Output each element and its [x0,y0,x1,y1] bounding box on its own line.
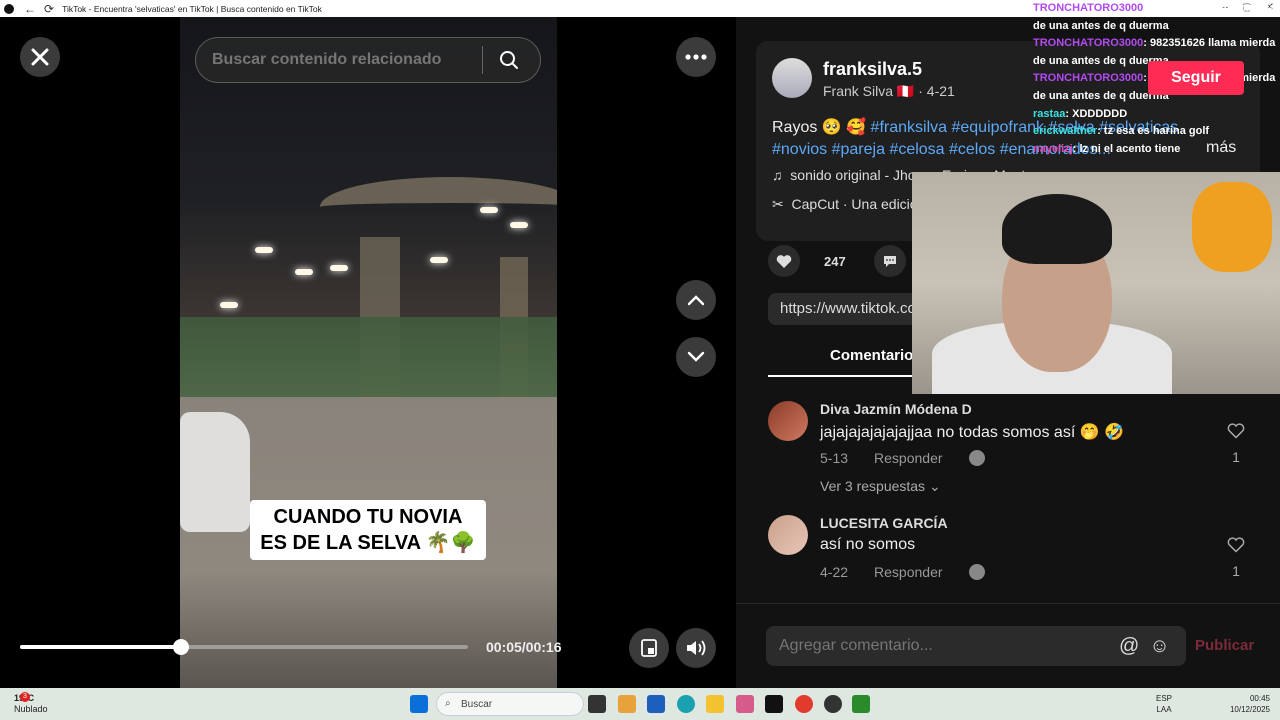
creator-liked-avatar [968,564,985,580]
related-search[interactable] [195,37,541,83]
giraffe-toy-image [1192,182,1272,272]
edge-icon[interactable] [677,695,695,713]
comment-like-count: 1 [1232,449,1240,465]
emoji-icon[interactable]: ☺ [1149,635,1169,658]
chat-line: TRONCHATORO3000: 982351626 llama mierda [1033,37,1276,50]
tab-comments[interactable]: Comentarios [830,347,922,364]
obs-icon[interactable] [824,695,842,713]
comment-meta: 5-13 Responder [820,450,985,466]
commenter-name[interactable]: Diva Jazmín Módena D [820,401,972,417]
floating-player-icon [641,639,657,657]
window-title: TikTok - Encuentra 'selvaticas' en TikTo… [62,3,322,14]
capcut-info[interactable]: ✂ CapCut · Una edición [772,196,925,213]
related-search-input[interactable] [212,51,482,69]
comment-text: jajajajajajajajjaa no todas somos así 🤭 … [820,424,1124,441]
minecraft-icon[interactable] [852,695,870,713]
music-note-icon: ♫ [772,167,783,183]
mini-player-button[interactable] [629,628,669,668]
previous-video-button[interactable] [676,280,716,320]
comment-composer: @ ☺ Publicar [736,603,1280,688]
search-icon [500,51,518,69]
copilot-icon[interactable] [618,695,636,713]
video-caption: CUANDO TU NOVIA ES DE LA SELVA 🌴🌳 [250,500,486,560]
chevron-down-icon [687,351,705,362]
tiktok-app-icon[interactable] [765,695,783,713]
close-button[interactable] [20,37,60,77]
commenter-name[interactable]: LUCESITA GARCÍA [820,515,948,531]
view-replies-link[interactable]: Ver 3 respuestas ⌄ [820,478,941,495]
progress-fill [20,645,182,649]
chat-line: rastaa: XDDDDDD [1033,107,1128,120]
search-icon: ⌕ [445,698,451,709]
heart-icon [776,254,792,268]
car-image [180,412,250,532]
commenter-avatar[interactable] [768,401,808,441]
comment-button[interactable] [873,245,906,277]
windows-taskbar: 19°C Nublado 3 ⌕ Buscar ESP LAA 00:45 10… [0,688,1280,720]
video-frame[interactable]: CUANDO TU NOVIA ES DE LA SELVA 🌴🌳 [180,17,557,688]
commenter-avatar[interactable] [768,515,808,555]
capcut-icon: ✂ [772,196,784,212]
more-options-button[interactable] [676,37,716,77]
like-button[interactable] [768,245,800,277]
comment-date: 4-22 [820,564,849,580]
webcam-overlay [912,172,1280,394]
author-nickname: Frank Silva 🇵🇪 · 4-21 [823,83,955,99]
snipping-tool-icon[interactable] [736,695,754,713]
chevron-up-icon [687,295,705,306]
author-avatar[interactable] [772,58,812,98]
search-button[interactable] [483,50,535,70]
file-explorer-icon[interactable] [706,695,724,713]
creator-liked-avatar [968,450,985,466]
task-view-icon[interactable] [588,695,606,713]
volume-button[interactable] [676,628,716,668]
chat-line: nayelizj: lz ni el acento tiene [1033,142,1181,155]
video-time: 00:05/00:16 [486,639,562,655]
heart-outline-icon [1227,537,1245,553]
system-clock[interactable]: 00:45 10/12/2025 [1224,693,1270,715]
chat-line: TRONCHATORO3000: 982351626 llama mierda [1033,2,1276,14]
tiktok-logo-icon [4,3,14,14]
author-username[interactable]: franksilva.5 [823,59,922,80]
mention-icon[interactable]: @ [1119,635,1139,658]
chat-line: de una antes de q duerma [1033,19,1169,32]
chevron-down-icon: ⌄ [928,478,941,494]
taskbar-search[interactable]: ⌕ Buscar [436,692,584,716]
video-player[interactable]: CUANDO TU NOVIA ES DE LA SELVA 🌴🌳 00:05/… [0,17,736,688]
language-indicator[interactable]: ESP LAA [1156,693,1172,715]
store-icon[interactable] [647,695,665,713]
volume-icon [687,640,706,656]
heart-outline-icon [1227,423,1245,439]
back-arrow-icon[interactable]: ← [24,2,36,16]
windows-start-icon[interactable] [410,695,428,713]
comment-meta: 4-22 Responder [820,564,985,580]
comment-like-count: 1 [1232,563,1240,579]
video-progress-bar[interactable] [20,639,468,655]
comment-bubble-icon [883,255,896,267]
close-icon [31,48,49,66]
comment-input[interactable] [779,637,1109,655]
reply-link[interactable]: Responder [874,564,943,580]
chrome-icon[interactable] [795,695,813,713]
next-video-button[interactable] [676,337,716,377]
notification-badge: 3 [20,692,30,702]
reply-link[interactable]: Responder [874,450,943,466]
reload-icon[interactable]: ⟳ [44,2,54,16]
comment-like-button[interactable] [1226,423,1246,444]
like-count: 247 [824,253,846,269]
follow-button[interactable]: Seguir [1148,61,1244,95]
chat-line: erickwalther: tz esa es harina golf [1033,125,1210,138]
comment-date: 5-13 [820,450,849,466]
publish-button[interactable]: Publicar [1195,637,1254,654]
comment-text: así no somos [820,536,916,553]
more-dots-icon [685,54,707,60]
comment-input-box[interactable]: @ ☺ [766,626,1186,666]
comment-like-button[interactable] [1226,537,1246,558]
